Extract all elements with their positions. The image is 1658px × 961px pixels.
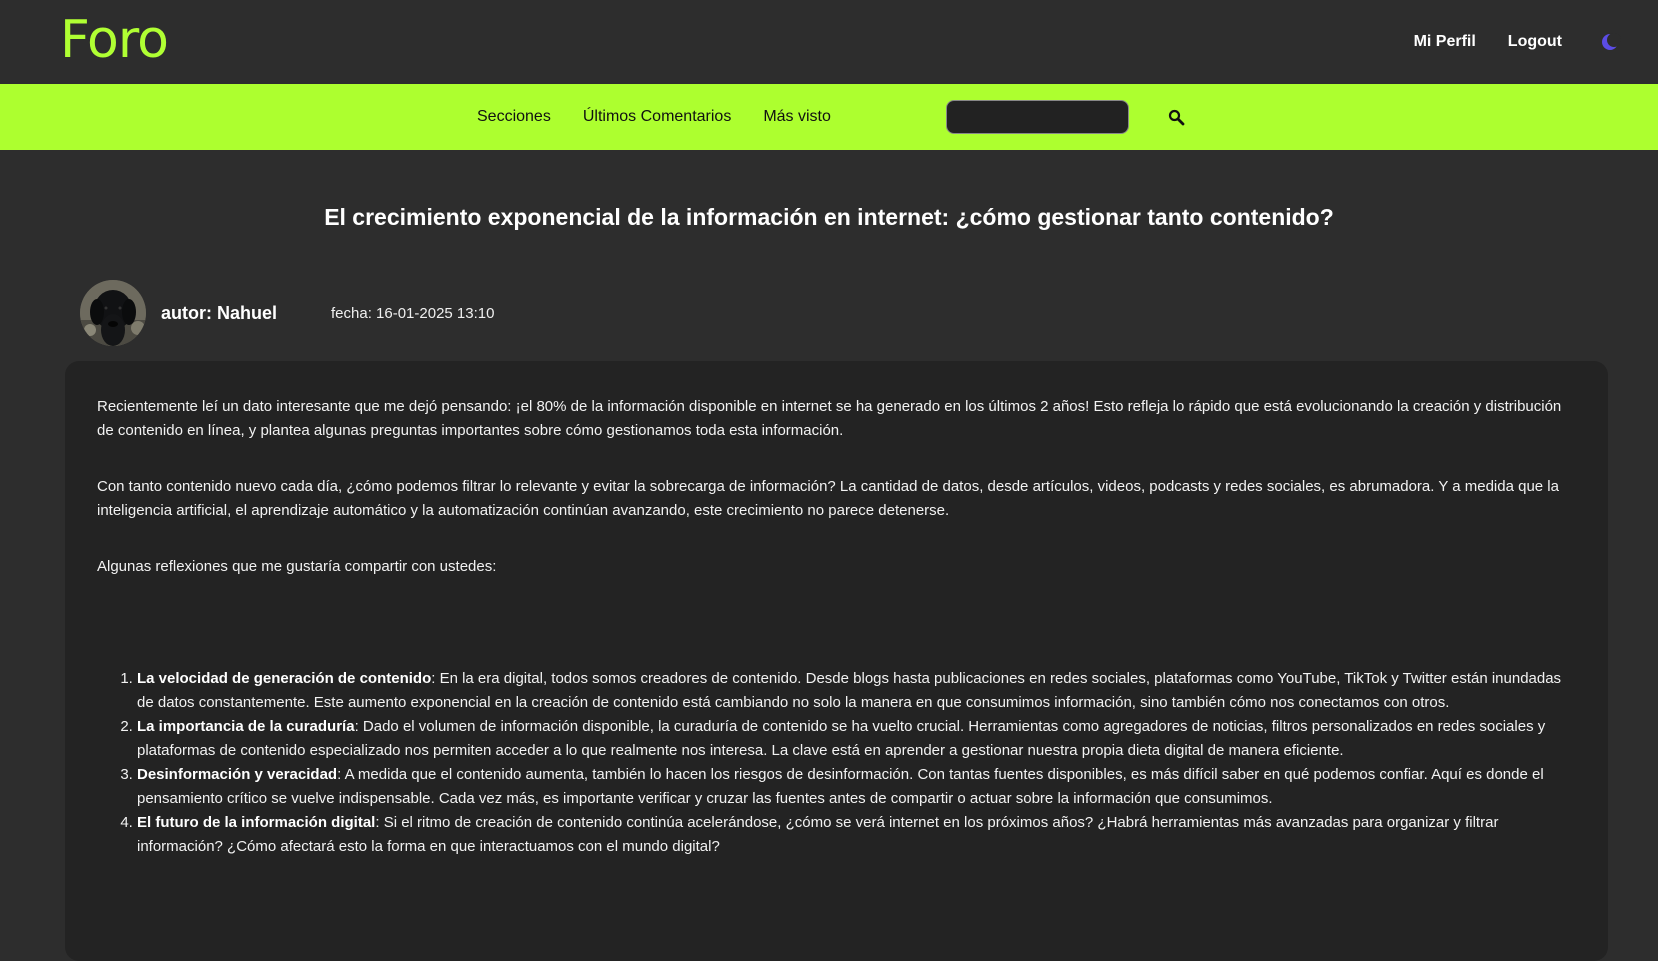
search-input[interactable] bbox=[946, 100, 1129, 134]
avatar-dog-image bbox=[80, 280, 146, 346]
profile-link[interactable]: Mi Perfil bbox=[1414, 33, 1476, 51]
nav-item-mas-visto[interactable]: Más visto bbox=[763, 108, 831, 126]
post-title: El crecimiento exponencial de la informa… bbox=[324, 204, 1334, 230]
post-paragraph: Algunas reflexiones que me gustaría comp… bbox=[97, 558, 497, 575]
list-item-text: : A medida que el contenido aumenta, tam… bbox=[137, 766, 1544, 807]
search-icon[interactable] bbox=[1167, 108, 1187, 128]
author-name: autor: Nahuel bbox=[161, 302, 278, 323]
reflection-list: La velocidad de generación de contenido:… bbox=[97, 667, 1576, 859]
top-header: Foro Mi Perfil Logout bbox=[0, 0, 1658, 84]
list-item-title: La importancia de la curaduría bbox=[137, 718, 355, 735]
list-item-title: La velocidad de generación de contenido bbox=[137, 670, 432, 687]
list-item: El futuro de la información digital: Si … bbox=[137, 811, 1576, 859]
list-item-title: Desinformación y veracidad bbox=[137, 766, 338, 783]
nav-item-ultimos-comentarios[interactable]: Últimos Comentarios bbox=[583, 108, 731, 126]
post-paragraph: Recientemente leí un dato interesante qu… bbox=[97, 398, 1562, 439]
post-body: Recientemente leí un dato interesante qu… bbox=[65, 361, 1608, 961]
list-item: La importancia de la curaduría: Dado el … bbox=[137, 715, 1576, 763]
moon-icon[interactable] bbox=[1602, 33, 1621, 50]
logout-link[interactable]: Logout bbox=[1508, 33, 1562, 51]
nav-item-secciones[interactable]: Secciones bbox=[477, 108, 551, 126]
list-item-title: El futuro de la información digital bbox=[137, 814, 376, 831]
post-meta: autor: Nahuel fecha: 16-01-2025 13:10 bbox=[80, 280, 494, 346]
avatar bbox=[80, 280, 146, 346]
user-links: Mi Perfil Logout bbox=[1414, 33, 1621, 51]
list-item: Desinformación y veracidad: A medida que… bbox=[137, 763, 1576, 811]
main-nav: Secciones Últimos Comentarios Más visto bbox=[0, 84, 1658, 150]
post-paragraph: Con tanto contenido nuevo cada día, ¿cóm… bbox=[97, 478, 1559, 519]
list-item: La velocidad de generación de contenido:… bbox=[137, 667, 1576, 715]
site-logo[interactable]: Foro bbox=[60, 14, 169, 66]
post-date: fecha: 16-01-2025 13:10 bbox=[331, 304, 495, 322]
